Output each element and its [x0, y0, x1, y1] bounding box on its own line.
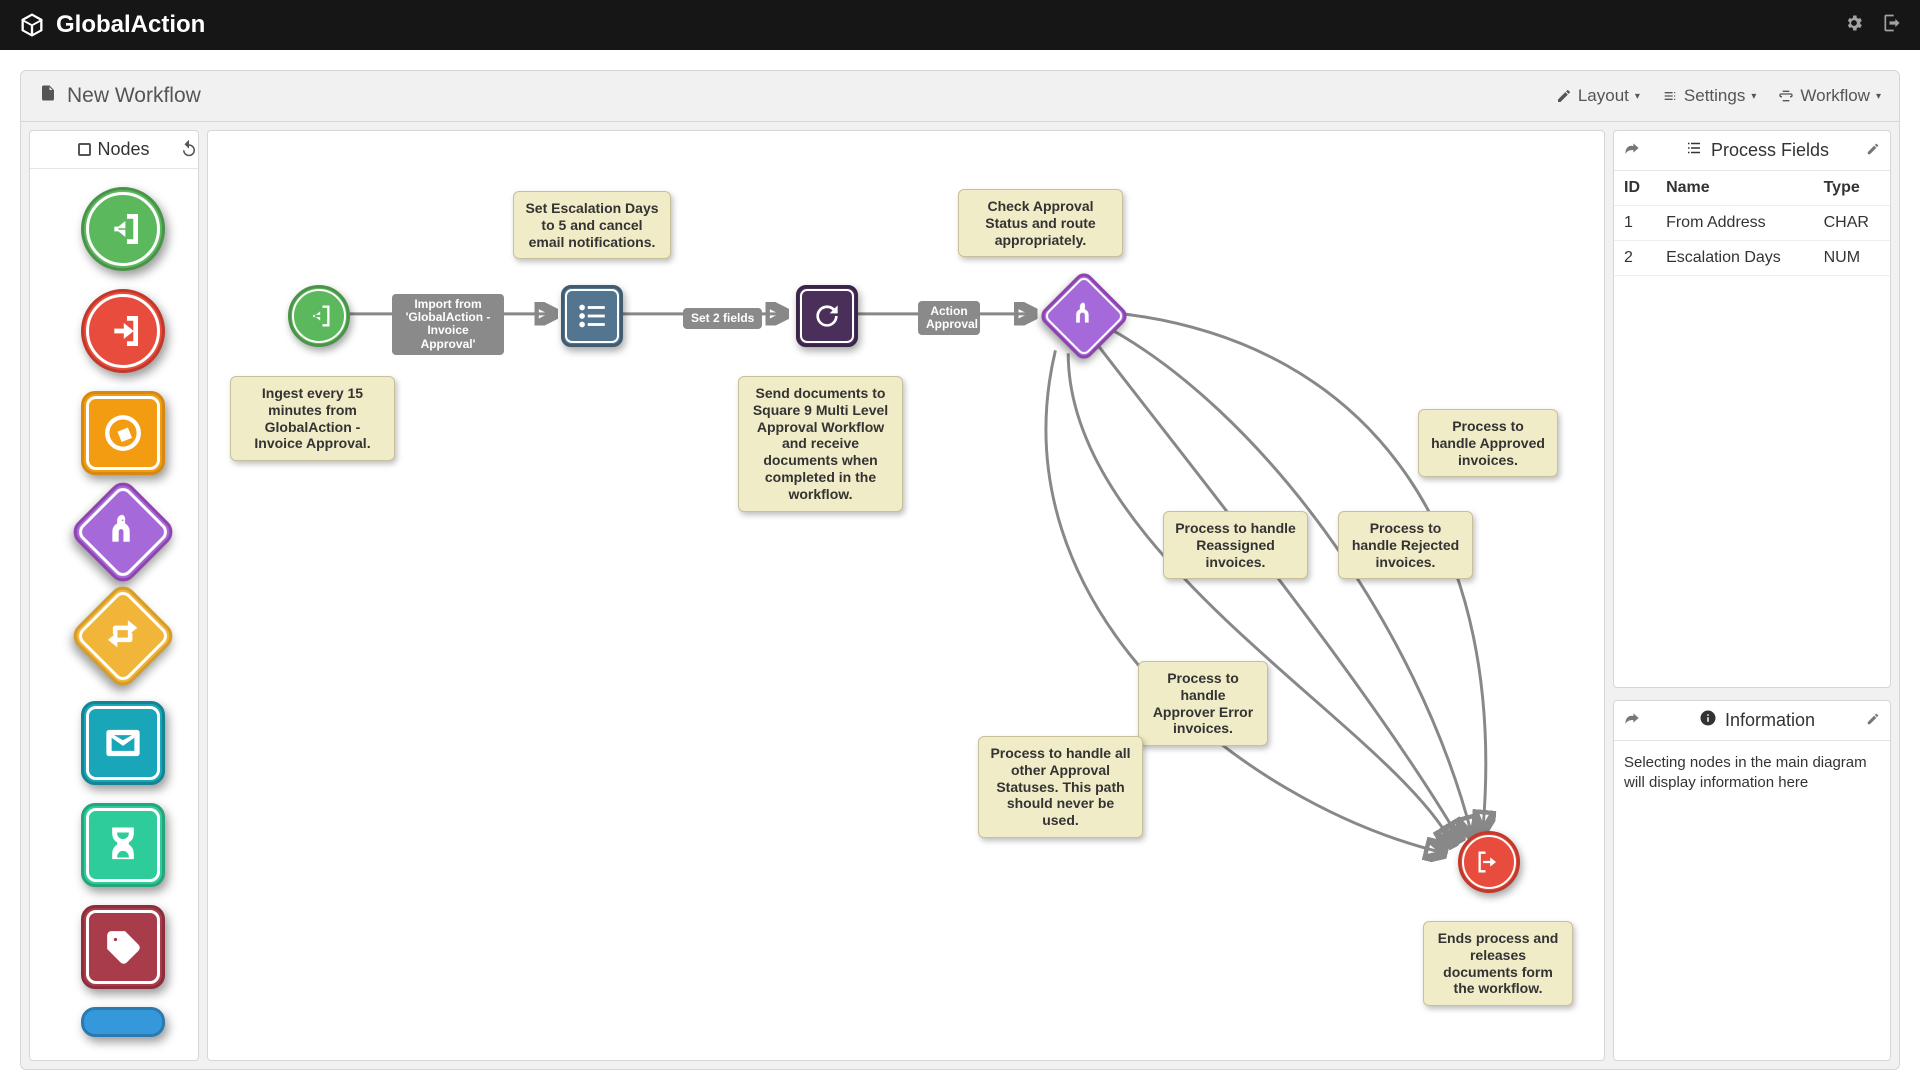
palette-navigate-node[interactable] — [81, 391, 165, 475]
process-fields-panel: Process Fields ID Name Type 1 — [1613, 130, 1891, 688]
col-id: ID — [1614, 171, 1656, 206]
note-ingest: Ingest every 15 minutes from GlobalActio… — [230, 376, 395, 461]
pencil-icon[interactable] — [1866, 710, 1880, 731]
edge-label-approval: Action Approval — [918, 301, 980, 335]
brand-text: GlobalAction — [56, 11, 205, 39]
palette-email-node[interactable] — [81, 701, 165, 785]
brand: GlobalAction — [18, 11, 205, 39]
action-node[interactable] — [796, 285, 858, 347]
note-approver-error: Process to handle Approver Error invoice… — [1138, 661, 1268, 746]
col-type: Type — [1814, 171, 1890, 206]
table-row[interactable]: 2 Escalation Days NUM — [1614, 241, 1890, 276]
note-other: Process to handle all other Approval Sta… — [978, 736, 1143, 838]
palette-tag-node[interactable] — [81, 905, 165, 989]
gear-icon[interactable] — [1844, 13, 1864, 38]
layout-dropdown[interactable]: Layout▾ — [1556, 86, 1640, 106]
share-icon[interactable] — [1624, 710, 1640, 731]
info-title: Information — [1725, 710, 1815, 731]
settings-dropdown[interactable]: Settings▾ — [1662, 86, 1756, 106]
file-icon — [39, 83, 57, 109]
share-icon[interactable] — [1624, 140, 1640, 161]
fields-table: ID Name Type 1 From Address CHAR 2 — [1614, 171, 1890, 276]
note-check: Check Approval Status and route appropri… — [958, 189, 1123, 257]
palette-loop-node[interactable] — [68, 581, 178, 691]
palette-wait-node[interactable] — [81, 803, 165, 887]
workflow-dropdown[interactable]: Workflow▾ — [1778, 86, 1881, 106]
note-send: Send documents to Square 9 Multi Level A… — [738, 376, 903, 512]
decision-node[interactable] — [1037, 269, 1130, 362]
workflow-panel: New Workflow Layout▾ Settings▾ Workflow▾… — [20, 70, 1900, 1070]
fields-title: Process Fields — [1711, 140, 1829, 161]
edges — [208, 131, 1604, 1060]
edge-label-import: Import from 'GlobalAction - Invoice Appr… — [392, 294, 504, 355]
info-body: Selecting nodes in the main diagram will… — [1614, 741, 1890, 806]
nodes-palette: Nodes — [29, 130, 199, 1061]
palette-more-node[interactable] — [81, 1007, 165, 1037]
workflow-canvas[interactable]: Import from 'GlobalAction - Invoice Appr… — [207, 130, 1605, 1061]
setfields-node[interactable] — [561, 285, 623, 347]
info-icon — [1699, 709, 1717, 732]
topbar: GlobalAction — [0, 0, 1920, 50]
note-end: Ends process and releases documents form… — [1423, 921, 1573, 1006]
undo-icon[interactable] — [176, 135, 202, 166]
col-name: Name — [1656, 171, 1814, 206]
panel-header: New Workflow Layout▾ Settings▾ Workflow▾ — [21, 71, 1899, 122]
start-node[interactable] — [288, 285, 350, 347]
note-rejected: Process to handle Rejected invoices. — [1338, 511, 1473, 579]
note-reassigned: Process to handle Reassigned invoices. — [1163, 511, 1308, 579]
list-icon — [1685, 139, 1703, 162]
logout-icon[interactable] — [1882, 13, 1902, 38]
note-approved: Process to handle Approved invoices. — [1418, 409, 1558, 477]
palette-header: Nodes — [30, 131, 198, 169]
table-row[interactable]: 1 From Address CHAR — [1614, 206, 1890, 241]
palette-decision-node[interactable] — [68, 477, 178, 587]
page-title: New Workflow — [67, 84, 201, 108]
palette-end-node[interactable] — [81, 289, 165, 373]
pencil-icon[interactable] — [1866, 140, 1880, 161]
note-escalation: Set Escalation Days to 5 and cancel emai… — [513, 191, 671, 259]
brand-cube-icon — [18, 11, 46, 39]
edge-label-setfields: Set 2 fields — [683, 308, 762, 329]
end-node[interactable] — [1458, 831, 1520, 893]
palette-start-node[interactable] — [81, 187, 165, 271]
information-panel: Information Selecting nodes in the main … — [1613, 700, 1891, 1061]
